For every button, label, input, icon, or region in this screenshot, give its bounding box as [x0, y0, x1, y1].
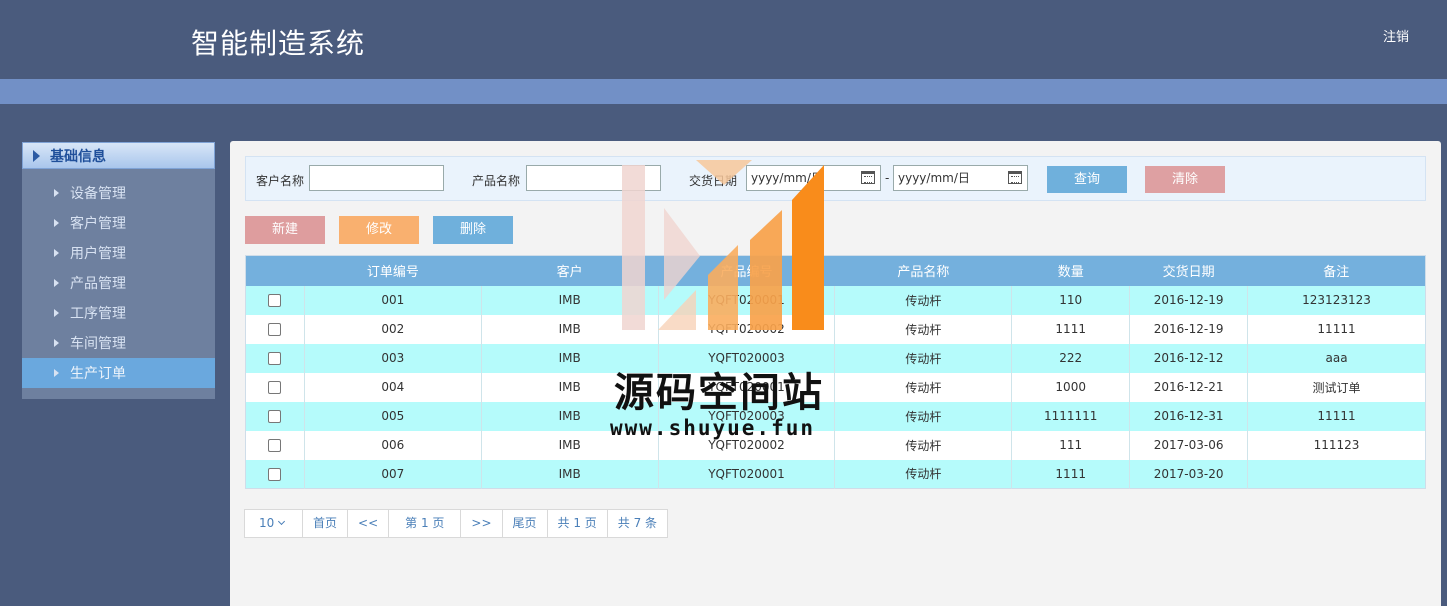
app-title: 智能制造系统: [191, 27, 366, 60]
caret-right-icon: [33, 149, 40, 162]
arrow-right-icon: [54, 249, 59, 257]
sidebar-item-equipment[interactable]: 设备管理: [22, 178, 215, 208]
row-checkbox[interactable]: [268, 294, 282, 307]
sidebar-item-customers[interactable]: 客户管理: [22, 208, 215, 238]
arrow-right-icon: [54, 189, 59, 197]
pagination: 10 首页 << 第 1 页 >> 尾页 共 1 页 共 7 条: [244, 509, 669, 538]
query-button[interactable]: 查询: [1047, 166, 1127, 193]
page-size-select[interactable]: 10: [245, 510, 302, 537]
first-page-button[interactable]: 首页: [302, 510, 347, 537]
table-row[interactable]: 003 IMB YQFT020003 传动杆 222 2016-12-12 aaa: [245, 343, 1426, 373]
sidebar-section-label: 基础信息: [50, 148, 106, 165]
total-pages: 共 1 页: [546, 510, 607, 537]
column-header: 客户: [481, 255, 659, 286]
delivery-date-label: 交货日期: [689, 174, 738, 188]
table-row[interactable]: 001 IMB YQFT020001 传动杆 110 2016-12-19 12312312…: [245, 285, 1426, 315]
delivery-date-start-input[interactable]: yyyy/mm/日: [746, 165, 881, 191]
arrow-right-icon: [54, 369, 59, 377]
row-checkbox[interactable]: [268, 467, 282, 481]
calendar-icon[interactable]: [861, 171, 875, 184]
column-header: [245, 255, 305, 286]
header-band: [0, 79, 1447, 104]
arrow-right-icon: [54, 219, 59, 227]
sidebar-item-products[interactable]: 产品管理: [22, 268, 215, 298]
total-items: 共 7 条: [606, 510, 667, 537]
current-page: 第 1 页: [388, 510, 460, 537]
delete-button[interactable]: 删除: [433, 216, 513, 244]
row-checkbox[interactable]: [268, 381, 282, 394]
arrow-right-icon: [54, 279, 59, 287]
sidebar-item-processes[interactable]: 工序管理: [22, 298, 215, 328]
row-checkbox[interactable]: [268, 439, 282, 452]
row-checkbox[interactable]: [268, 410, 282, 423]
prev-page-button[interactable]: <<: [347, 510, 388, 537]
column-header: 订单编号: [304, 255, 482, 286]
sidebar-item-workshops[interactable]: 车间管理: [22, 328, 215, 358]
row-checkbox[interactable]: [268, 352, 282, 365]
delivery-date-end-input[interactable]: yyyy/mm/日: [893, 165, 1028, 191]
orders-table: 订单编号 客户 产品编号 产品名称 数量 交货日期 备注 001 IMB YQFT0…: [245, 255, 1426, 489]
arrow-right-icon: [54, 339, 59, 347]
main-content: 客户名称 产品名称 交货日期 yyyy/mm/日 - yyyy/mm/日 查询 …: [230, 141, 1441, 606]
watermark-url: www.shuyue.fun: [610, 416, 816, 440]
customer-name-label: 客户名称: [256, 174, 305, 188]
sidebar: 基础信息 设备管理 客户管理 用户管理 产品管理 工序管理 车间管理 生产订单: [22, 142, 215, 399]
table-row[interactable]: 004 IMB YQFT020001 传动杆 1000 2016-12-21 测试订单: [245, 372, 1426, 402]
clear-button[interactable]: 清除: [1145, 166, 1225, 193]
edit-button[interactable]: 修改: [339, 216, 419, 244]
column-header: 数量: [1011, 255, 1130, 286]
sidebar-item-users[interactable]: 用户管理: [22, 238, 215, 268]
sidebar-section-header[interactable]: 基础信息: [22, 142, 215, 169]
last-page-button[interactable]: 尾页: [501, 510, 547, 537]
column-header: 产品名称: [834, 255, 1012, 286]
column-header: 备注: [1247, 255, 1426, 286]
table-row[interactable]: 006 IMB YQFT020002 传动杆 111 2017-03-06 111123: [245, 430, 1426, 460]
watermark-text: 源码空间站: [614, 370, 824, 416]
chevron-down-icon: [278, 517, 286, 526]
new-button[interactable]: 新建: [245, 216, 325, 244]
sidebar-item-production-orders[interactable]: 生产订单: [22, 358, 215, 388]
sidebar-menu: 设备管理 客户管理 用户管理 产品管理 工序管理 车间管理 生产订单: [22, 178, 215, 388]
column-header: 交货日期: [1129, 255, 1248, 286]
next-page-button[interactable]: >>: [460, 510, 501, 537]
table-row[interactable]: 005 IMB YQFT020003 传动杆 1111111 2016-12-31 1111…: [245, 401, 1426, 431]
table-row[interactable]: 007 IMB YQFT020001 传动杆 1111 2017-03-20: [245, 459, 1426, 489]
row-checkbox[interactable]: [268, 323, 282, 336]
arrow-right-icon: [54, 309, 59, 317]
app-header: 智能制造系统 注销: [0, 0, 1447, 79]
product-name-input[interactable]: [526, 165, 661, 191]
date-range-separator: -: [885, 171, 890, 185]
column-header: 产品编号: [658, 255, 835, 286]
calendar-icon[interactable]: [1008, 171, 1022, 184]
table-header-row: 订单编号 客户 产品编号 产品名称 数量 交货日期 备注: [245, 255, 1426, 286]
table-row[interactable]: 002 IMB YQFT020002 传动杆 1111 2016-12-19 11111: [245, 314, 1426, 344]
search-bar: 客户名称 产品名称 交货日期 yyyy/mm/日 - yyyy/mm/日 查询 …: [245, 156, 1426, 201]
customer-name-input[interactable]: [309, 165, 444, 191]
product-name-label: 产品名称: [472, 174, 521, 188]
logout-link[interactable]: 注销: [1383, 26, 1409, 45]
